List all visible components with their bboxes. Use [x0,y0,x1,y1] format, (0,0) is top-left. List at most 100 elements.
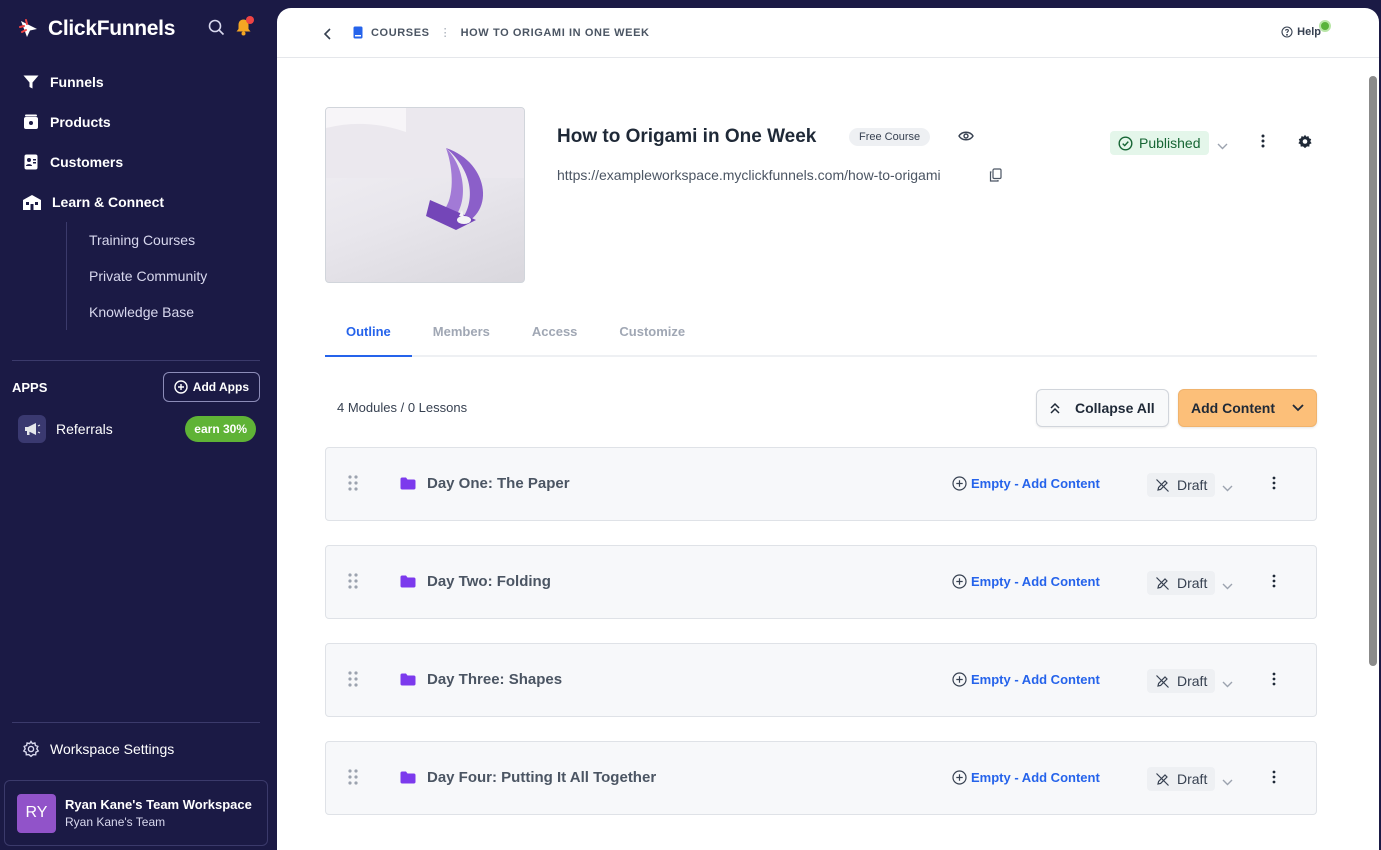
sidebar-divider [12,360,260,361]
breadcrumb: COURSES ⋮ HOW TO ORIGAMI IN ONE WEEK [353,26,650,39]
empty-add-content-link[interactable]: Empty - Add Content [952,770,1100,785]
add-content-button[interactable]: Add Content [1178,389,1317,427]
back-chevron-icon[interactable] [323,27,333,45]
preview-eye-icon[interactable] [958,129,974,147]
module-title[interactable]: Day Four: Putting It All Together [427,769,656,786]
notification-bell-icon[interactable] [235,16,254,41]
course-tabs: Outline Members Access Customize [325,314,1317,357]
chevron-down-icon [1292,404,1304,412]
tab-outline[interactable]: Outline [325,314,412,357]
referrals-app[interactable]: Referrals earn 30% [18,414,256,444]
draft-status-badge[interactable]: Draft [1147,473,1216,497]
search-icon[interactable] [208,19,225,41]
tab-members[interactable]: Members [412,314,511,357]
subnav-private-community[interactable]: Private Community [89,258,276,294]
empty-add-content-label: Empty - Add Content [971,574,1100,589]
add-content-label: Add Content [1191,400,1275,416]
module-more-icon[interactable] [1272,574,1276,593]
learn-connect-icon [23,195,41,210]
add-apps-button[interactable]: Add Apps [162,372,260,402]
account-switcher[interactable]: RY Ryan Kane's Team Workspace Ryan Kane'… [4,780,268,846]
double-chevron-up-icon [1050,402,1060,414]
scrollbar-thumb[interactable] [1369,76,1377,666]
empty-add-content-link[interactable]: Empty - Add Content [952,574,1100,589]
collapse-all-label: Collapse All [1075,400,1155,416]
draft-status-badge[interactable]: Draft [1147,669,1216,693]
module-title[interactable]: Day One: The Paper [427,475,570,492]
nav-funnels[interactable]: Funnels [0,62,276,102]
draft-label: Draft [1177,477,1208,493]
main-panel: COURSES ⋮ HOW TO ORIGAMI IN ONE WEEK Hel… [277,8,1379,850]
chevron-down-icon[interactable] [1222,577,1233,595]
plus-circle-icon [952,574,967,589]
module-row[interactable]: Day One: The Paper Empty - Add Content D… [325,447,1317,521]
workspace-settings-label: Workspace Settings [50,741,175,757]
scrollbar[interactable] [1367,66,1377,850]
nav-customers[interactable]: Customers [0,142,276,182]
nav-learn-connect-label: Learn & Connect [52,194,165,210]
drag-handle-icon[interactable] [348,573,358,594]
origami-crane-image [326,108,524,230]
nav-products-label: Products [50,114,111,130]
nav-products[interactable]: Products [0,102,276,142]
drag-handle-icon[interactable] [348,671,358,692]
draft-status-badge[interactable]: Draft [1147,571,1216,595]
plus-circle-icon [174,380,188,394]
subnav-training-courses[interactable]: Training Courses [89,222,276,258]
course-type-badge: Free Course [849,128,931,146]
module-more-icon[interactable] [1272,770,1276,789]
collapse-all-button[interactable]: Collapse All [1036,389,1169,427]
draft-label: Draft [1177,575,1208,591]
module-title[interactable]: Day Two: Folding [427,573,551,590]
module-row[interactable]: Day Four: Putting It All Together Empty … [325,741,1317,815]
more-options-icon[interactable] [1261,134,1265,153]
chevron-down-icon[interactable] [1222,773,1233,791]
tab-customize[interactable]: Customize [598,314,706,357]
drag-handle-icon[interactable] [348,769,358,790]
draft-label: Draft [1177,771,1208,787]
sidebar-bottom-divider [12,722,260,723]
subnav-knowledge-base[interactable]: Knowledge Base [89,294,276,330]
drag-handle-icon[interactable] [348,475,358,496]
module-row[interactable]: Day Three: Shapes Empty - Add Content Dr… [325,643,1317,717]
draft-status-badge[interactable]: Draft [1147,767,1216,791]
module-more-icon[interactable] [1272,672,1276,691]
workspace-settings-link[interactable]: Workspace Settings [22,740,174,758]
course-url[interactable]: https://exampleworkspace.myclickfunnels.… [557,167,941,183]
chevron-down-icon[interactable] [1222,479,1233,497]
draft-pencil-off-icon [1156,772,1169,786]
products-icon [24,114,38,129]
clickfunnels-logo-icon [18,18,40,40]
learn-connect-subnav: Training Courses Private Community Knowl… [66,222,276,330]
draft-label: Draft [1177,673,1208,689]
chevron-down-icon[interactable] [1222,675,1233,693]
course-title: How to Origami in One Week [557,126,817,147]
chevron-down-icon[interactable] [1217,137,1228,155]
empty-add-content-label: Empty - Add Content [971,770,1100,785]
folder-icon [400,673,416,691]
nav-funnels-label: Funnels [50,74,104,90]
module-more-icon[interactable] [1272,476,1276,495]
empty-add-content-link[interactable]: Empty - Add Content [952,672,1100,687]
empty-add-content-link[interactable]: Empty - Add Content [952,476,1100,491]
referrals-label: Referrals [56,421,113,437]
status-badge[interactable]: Published [1110,131,1209,155]
tab-access[interactable]: Access [511,314,599,357]
copy-icon[interactable] [989,168,1002,187]
breadcrumb-courses[interactable]: COURSES [371,27,430,39]
course-settings-gear-icon[interactable] [1297,134,1313,155]
draft-pencil-off-icon [1156,478,1169,492]
help-button[interactable]: Help [1281,20,1331,38]
module-row[interactable]: Day Two: Folding Empty - Add Content Dra… [325,545,1317,619]
nav-customers-label: Customers [50,154,124,170]
brand[interactable]: ClickFunnels [18,14,175,44]
sidebar: ClickFunnels Funnels Products Customers … [0,0,276,850]
nav-learn-connect[interactable]: Learn & Connect [0,182,276,222]
workspace-name: Ryan Kane's Team Workspace [65,797,252,812]
status-label: Published [1139,135,1201,151]
module-title[interactable]: Day Three: Shapes [427,671,562,688]
folder-icon [400,575,416,593]
outline-summary: 4 Modules / 0 Lessons [337,400,468,415]
course-thumbnail[interactable] [325,107,525,283]
team-name: Ryan Kane's Team [65,815,166,829]
